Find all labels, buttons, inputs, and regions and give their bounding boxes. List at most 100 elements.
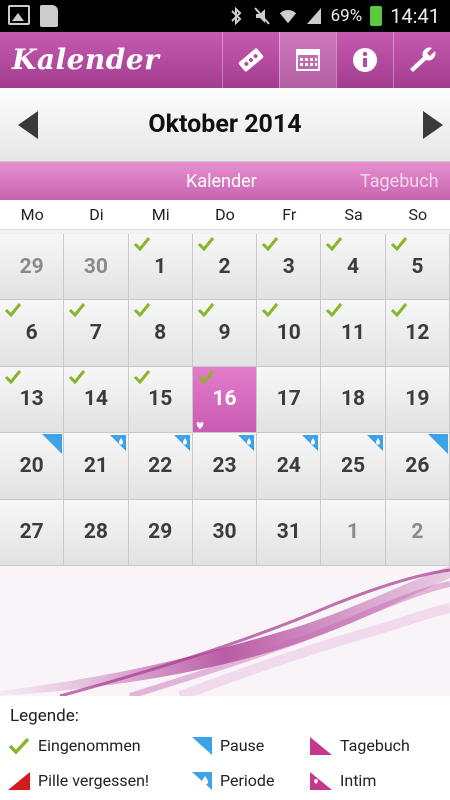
- legend-label: Tagebuch: [340, 736, 410, 755]
- month-navigation: Oktober 2014: [0, 88, 450, 162]
- calendar-day[interactable]: 9: [192, 300, 258, 367]
- calendar-day[interactable]: 8: [128, 300, 193, 367]
- day-number: 19: [405, 387, 430, 412]
- calendar-day[interactable]: 11: [321, 300, 386, 367]
- period-drop-icon: [366, 435, 383, 452]
- calendar-day[interactable]: 27: [0, 499, 65, 566]
- weekday-label: Mo: [20, 205, 44, 224]
- forgot-corner-icon: [8, 771, 30, 790]
- calendar-day[interactable]: 10: [257, 300, 322, 367]
- calendar-day[interactable]: 23: [192, 433, 258, 500]
- settings-button[interactable]: [393, 32, 450, 88]
- status-bar: 69% 14:41: [0, 0, 450, 32]
- pause-corner-icon: [42, 434, 63, 455]
- check-icon: [390, 303, 407, 318]
- day-number: 10: [276, 321, 301, 346]
- calendar-day[interactable]: 3: [257, 234, 322, 301]
- calendar-day[interactable]: 12: [385, 300, 450, 367]
- next-month-arrow-icon[interactable]: [423, 111, 443, 139]
- day-number: 30: [83, 254, 108, 279]
- calendar-day-today[interactable]: 16: [192, 366, 258, 434]
- calendar-day[interactable]: 25: [321, 433, 386, 500]
- calendar-day[interactable]: 22: [128, 433, 193, 500]
- check-icon: [133, 237, 150, 252]
- pill-icon: [238, 48, 264, 72]
- calendar-day[interactable]: 29: [128, 499, 193, 566]
- day-number: 9: [218, 321, 231, 346]
- tab-tagebuch[interactable]: Tagebuch: [360, 171, 439, 192]
- calendar-day[interactable]: 7: [64, 300, 129, 367]
- bluetooth-icon: [230, 6, 242, 26]
- calendar-day[interactable]: 20: [0, 433, 65, 500]
- legend-item-tagebuch: Tagebuch: [310, 736, 410, 755]
- calendar-day[interactable]: 2: [192, 234, 258, 301]
- calendar-day[interactable]: 1: [128, 234, 193, 301]
- calendar-icon: [296, 49, 320, 71]
- calendar-button[interactable]: [279, 32, 336, 88]
- day-number: 12: [405, 321, 430, 346]
- calendar-day[interactable]: 5: [385, 234, 450, 301]
- calendar-day[interactable]: 24: [257, 433, 322, 500]
- check-icon: [390, 237, 407, 252]
- mute-icon: [253, 7, 270, 25]
- day-number: 8: [154, 321, 167, 346]
- check-icon: [4, 303, 22, 318]
- day-number: 4: [347, 254, 360, 279]
- info-button[interactable]: [336, 32, 393, 88]
- tagebuch-corner-icon: [310, 736, 332, 755]
- gallery-notification-icon: [8, 5, 30, 25]
- weekday-header: Mo Di Mi Do Fr Sa So: [0, 200, 450, 230]
- day-number: 2: [411, 520, 424, 545]
- check-icon: [69, 369, 86, 385]
- period-drop-icon: [173, 435, 190, 452]
- day-number: 13: [19, 387, 44, 412]
- pill-button[interactable]: [222, 32, 279, 88]
- day-number: 3: [282, 254, 295, 279]
- tab-kalender[interactable]: Kalender: [186, 171, 257, 192]
- calendar-day[interactable]: 26: [385, 433, 450, 500]
- weekday-label: Do: [215, 205, 235, 224]
- check-icon: [262, 303, 279, 318]
- day-number: 20: [19, 453, 44, 478]
- legend: Legende: Eingenommen Pause Tagebuch Pill…: [0, 696, 450, 800]
- day-number: 1: [347, 520, 360, 545]
- day-number: 24: [276, 453, 301, 478]
- pause-corner-icon: [427, 434, 448, 455]
- legend-label: Pause: [220, 736, 265, 755]
- weekday-label: So: [408, 205, 428, 224]
- calendar-day[interactable]: 14: [64, 366, 129, 434]
- calendar-day[interactable]: 17: [257, 366, 322, 434]
- heart-icon: [310, 771, 332, 790]
- period-drop-icon: [302, 435, 319, 452]
- calendar-day[interactable]: 4: [321, 234, 386, 301]
- legend-title: Legende:: [10, 706, 79, 726]
- calendar-day[interactable]: 15: [128, 366, 193, 434]
- calendar-day[interactable]: 19: [385, 366, 450, 434]
- day-number: 23: [212, 453, 237, 478]
- period-drop-icon: [109, 435, 126, 452]
- signal-icon: [306, 8, 321, 24]
- day-number: 5: [411, 254, 424, 279]
- calendar-day[interactable]: 13: [0, 366, 65, 434]
- check-icon: [4, 369, 22, 385]
- day-number: 25: [341, 453, 366, 478]
- legend-label: Eingenommen: [38, 736, 141, 755]
- day-number: 15: [148, 387, 173, 412]
- calendar-day[interactable]: 18: [321, 366, 386, 434]
- calendar-day[interactable]: 21: [64, 433, 129, 500]
- day-number: 7: [89, 321, 102, 346]
- calendar-day[interactable]: 6: [0, 300, 65, 367]
- calendar-day[interactable]: 2: [385, 499, 450, 566]
- calendar-day[interactable]: 1: [321, 499, 386, 566]
- calendar-day[interactable]: 31: [257, 499, 322, 566]
- calendar-day[interactable]: 30: [192, 499, 258, 566]
- info-icon: [353, 48, 377, 72]
- calendar-day[interactable]: 30: [64, 234, 129, 301]
- check-icon: [133, 369, 150, 385]
- calendar-day[interactable]: 28: [64, 499, 129, 566]
- wifi-icon: [279, 10, 296, 24]
- decorative-swoosh: [0, 566, 450, 696]
- legend-item-periode: Periode: [190, 771, 274, 790]
- check-icon: [69, 303, 86, 318]
- calendar-day[interactable]: 29: [0, 234, 65, 301]
